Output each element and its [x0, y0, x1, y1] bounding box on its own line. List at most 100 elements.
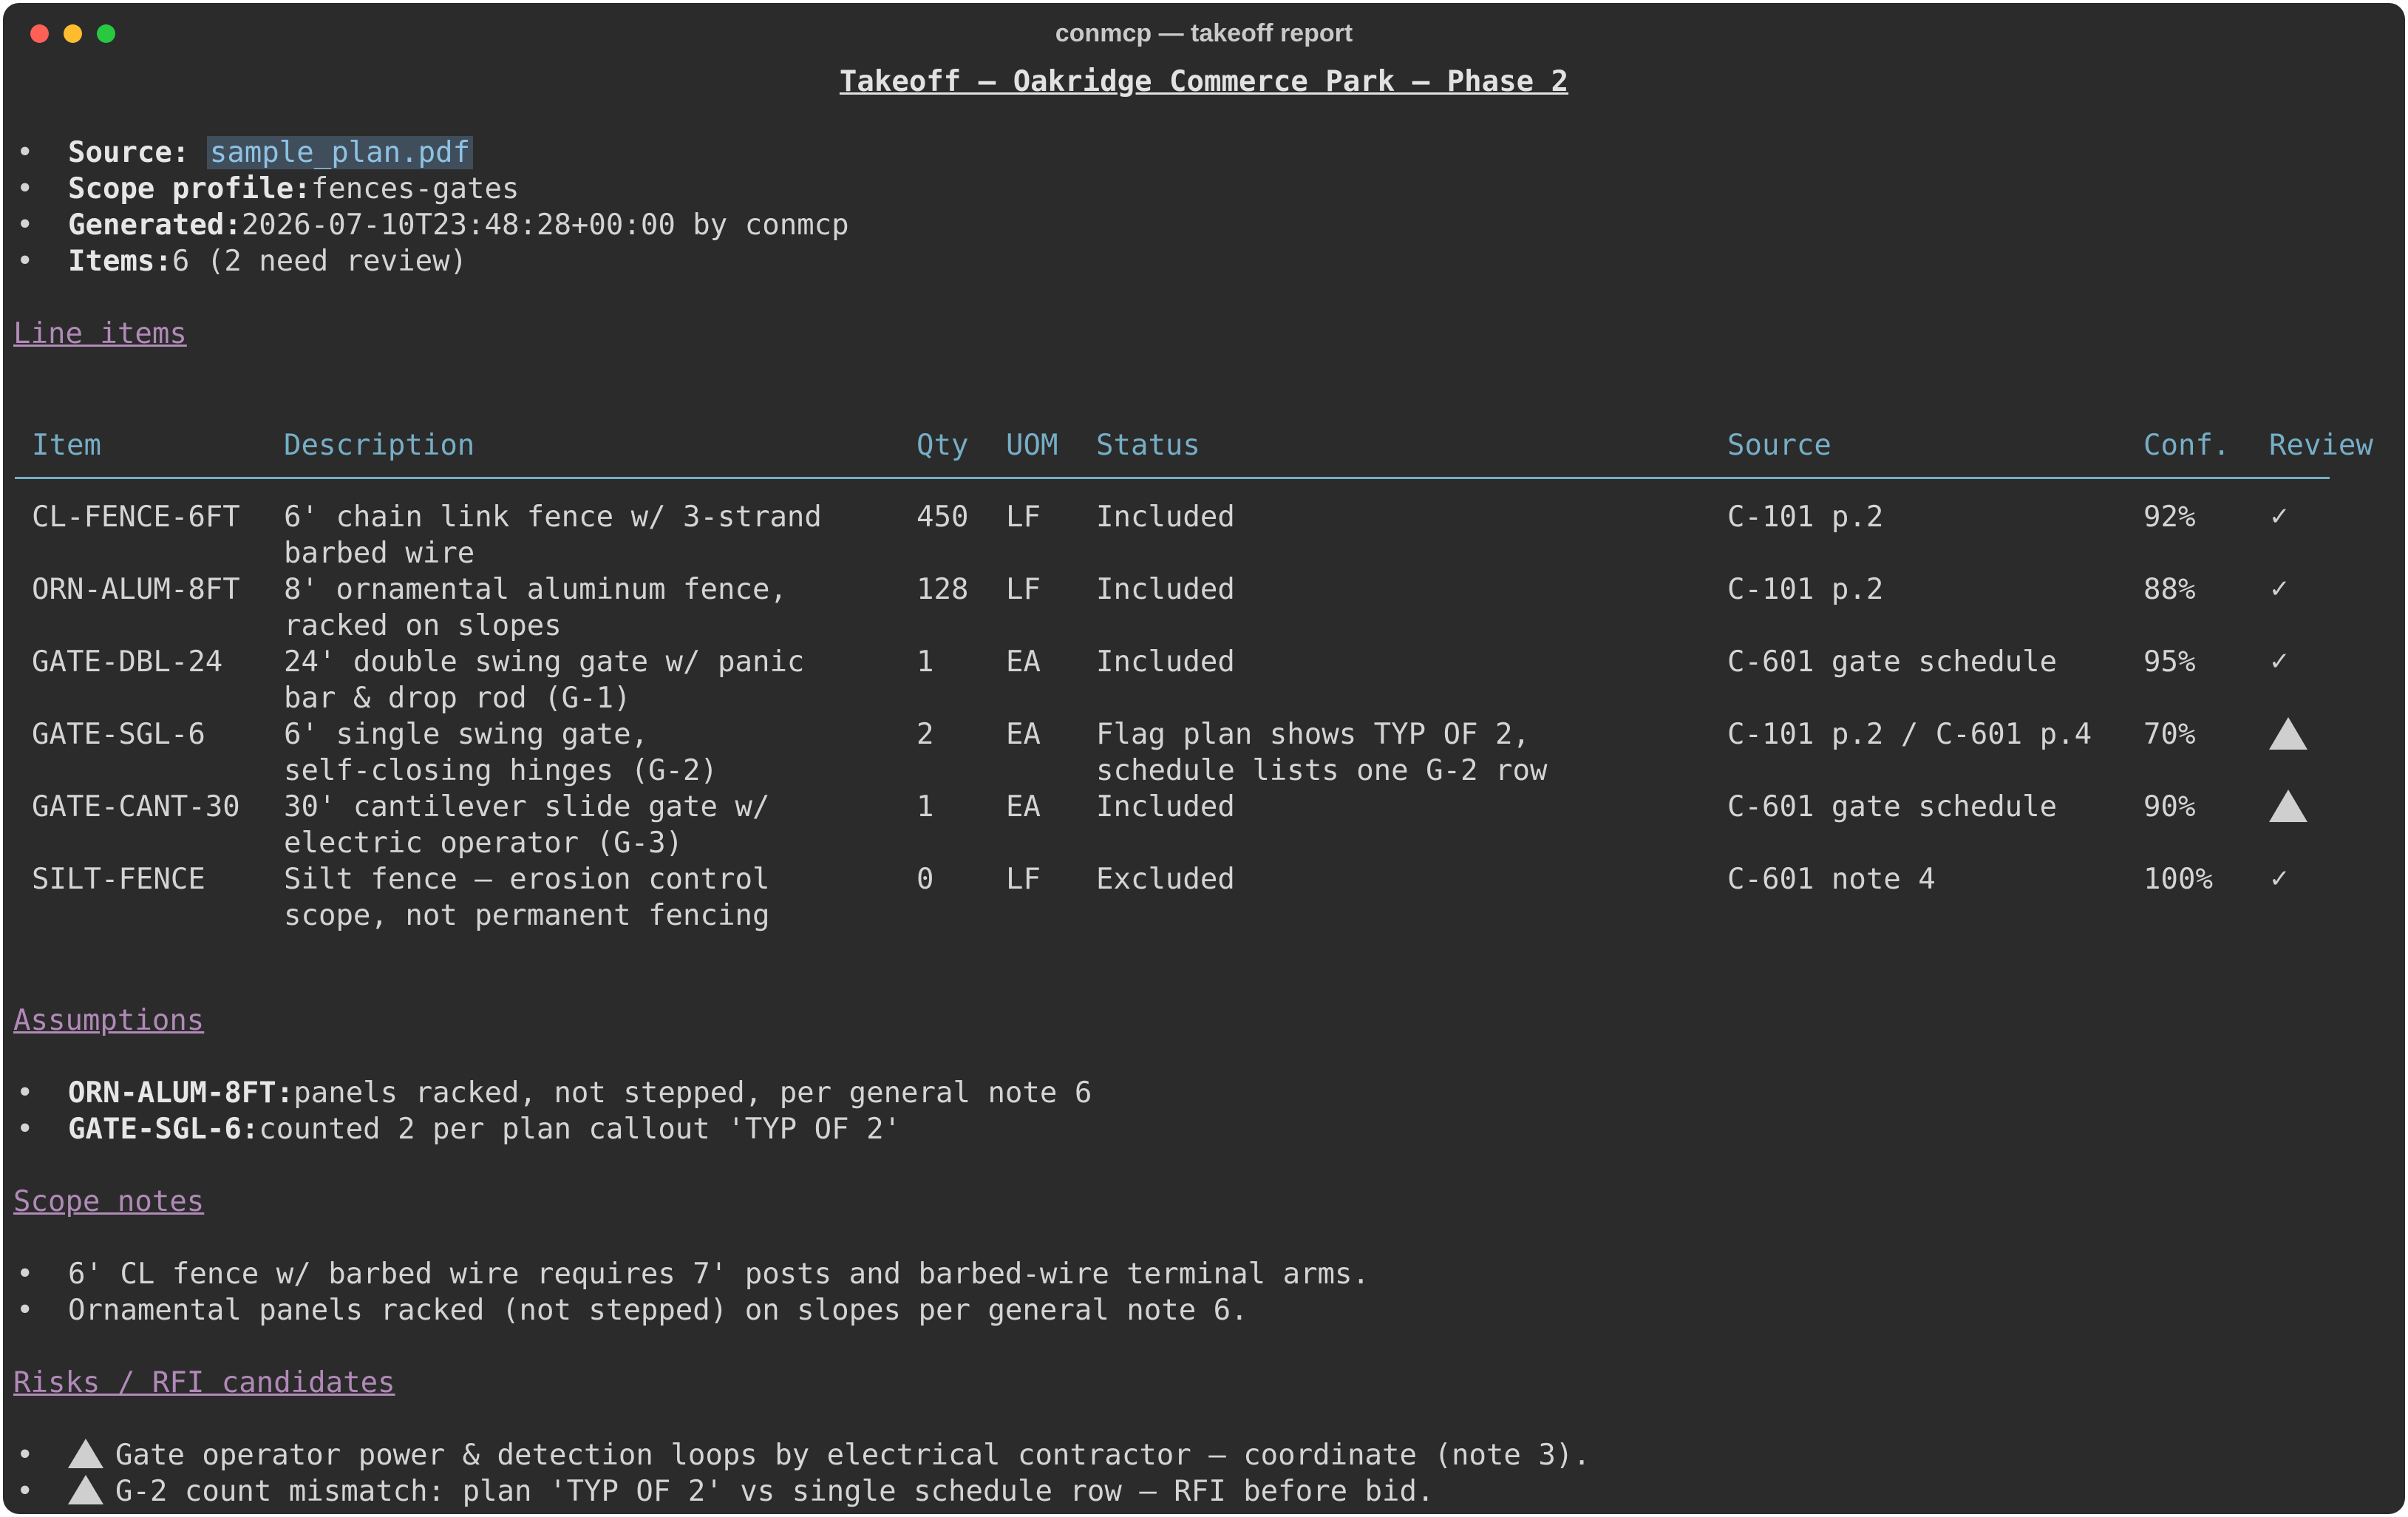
- cell-description-cont: bar & drop rod (G-1): [284, 682, 631, 715]
- check-icon: ✓: [2269, 647, 2290, 676]
- scope-note-text: 6' CL fence w/ barbed wire requires 7' p…: [68, 1258, 1370, 1291]
- cell-description: 8' ornamental aluminum fence,: [284, 573, 787, 606]
- cell-status: Included: [1096, 790, 1235, 824]
- cell-uom: EA: [1006, 718, 1041, 751]
- check-icon: ✓: [2269, 502, 2290, 532]
- cell-item: GATE-CANT-30: [32, 790, 240, 824]
- source-file-link[interactable]: sample_plan.pdf: [206, 136, 474, 169]
- column-header-description: Description: [284, 429, 475, 462]
- risk-text: G-2 count mismatch: plan 'TYP OF 2' vs s…: [115, 1475, 1435, 1508]
- scope-note-text: Ornamental panels racked (not stepped) o…: [68, 1294, 1248, 1327]
- cell-source: C-601 gate schedule: [1727, 790, 2058, 824]
- bullet: •: [16, 245, 34, 278]
- header-divider: [15, 477, 2330, 479]
- scope-value: fences-gates: [310, 172, 520, 206]
- cell-conf: 70%: [2143, 718, 2196, 751]
- cell-uom: LF: [1006, 573, 1041, 606]
- generated-label: Generated:: [68, 208, 242, 242]
- warning-icon: [68, 1439, 103, 1468]
- cell-status-cont: schedule lists one G-2 row: [1096, 754, 1548, 787]
- section-risks[interactable]: Risks / RFI candidates: [13, 1365, 395, 1401]
- meta-generated: • Generated:2026-07-10T23:48:28+00:00 by …: [16, 207, 849, 243]
- cell-conf: 92%: [2143, 500, 2196, 534]
- cell-uom: EA: [1006, 790, 1041, 824]
- cell-description-cont: barbed wire: [284, 537, 475, 570]
- assumption-text: counted 2 per plan callout 'TYP OF 2': [259, 1113, 902, 1146]
- column-header-uom: UOM: [1006, 429, 1058, 462]
- column-header-source: Source: [1727, 429, 1831, 462]
- cell-status: Excluded: [1096, 863, 1235, 896]
- terminal-window: conmcp — takeoff report Takeoff — Oakrid…: [3, 3, 2405, 1514]
- cell-qty: 128: [916, 573, 969, 606]
- check-icon: ✓: [2269, 864, 2290, 894]
- cell-uom: LF: [1006, 500, 1041, 534]
- report-title: Takeoff — Oakridge Commerce Park — Phase…: [839, 65, 1569, 98]
- cell-description: 24' double swing gate w/ panic: [284, 645, 805, 679]
- cell-qty: 0: [916, 863, 934, 896]
- cell-item: GATE-DBL-24: [32, 645, 223, 679]
- cell-item: ORN-ALUM-8FT: [32, 573, 240, 606]
- cell-source: C-601 note 4: [1727, 863, 1936, 896]
- bullet: •: [16, 1294, 34, 1327]
- bullet: •: [16, 1439, 34, 1472]
- cell-source: C-601 gate schedule: [1727, 645, 2058, 679]
- cell-description: 30' cantilever slide gate w/: [284, 790, 770, 824]
- check-icon: ✓: [2269, 574, 2290, 604]
- bullet: •: [16, 1258, 34, 1291]
- bullet: •: [16, 1475, 34, 1508]
- cell-description: 6' chain link fence w/ 3-strand: [284, 500, 822, 534]
- column-header-review: Review: [2269, 429, 2373, 462]
- bullet: •: [16, 172, 34, 206]
- section-scope-notes[interactable]: Scope notes: [13, 1184, 204, 1220]
- scope-label: Scope profile:: [68, 172, 311, 206]
- meta-source: • Source: sample_plan.pdf: [16, 135, 474, 171]
- section-assumptions[interactable]: Assumptions: [13, 1002, 204, 1039]
- cell-source: C-101 p.2 / C-601 p.4: [1727, 718, 2092, 751]
- cell-qty: 1: [916, 645, 934, 679]
- cell-status: Flag plan shows TYP OF 2,: [1096, 718, 1530, 751]
- cell-description: Silt fence — erosion control: [284, 863, 770, 896]
- column-header-status: Status: [1096, 429, 1200, 462]
- cell-status: Included: [1096, 573, 1235, 606]
- window-title: conmcp — takeoff report: [1055, 19, 1353, 47]
- risk-item: • G-2 count mismatch: plan 'TYP OF 2' vs …: [16, 1473, 1434, 1510]
- risk-item: • Gate operator power & detection loops b…: [16, 1437, 1591, 1473]
- cell-qty: 2: [916, 718, 934, 751]
- assumption-item: • ORN-ALUM-8FT:panels racked, not stepped…: [16, 1075, 1092, 1111]
- scope-note-item: • Ornamental panels racked (not stepped) …: [16, 1292, 1248, 1328]
- cell-description: 6' single swing gate,: [284, 718, 649, 751]
- items-value: 6 (2 need review): [171, 245, 468, 278]
- assumption-key: GATE-SGL-6:: [68, 1113, 259, 1146]
- cell-uom: LF: [1006, 863, 1041, 896]
- cell-description-cont: electric operator (G-3): [284, 827, 684, 860]
- warning-icon: [68, 1475, 103, 1504]
- cell-description-cont: self-closing hinges (G-2): [284, 754, 718, 787]
- cell-source: C-101 p.2: [1727, 573, 1884, 606]
- source-label: Source:: [68, 136, 207, 169]
- cell-status: Included: [1096, 645, 1235, 679]
- items-label: Items:: [68, 245, 172, 278]
- title-bar: conmcp — takeoff report: [3, 3, 2405, 62]
- column-header-conf: Conf.: [2143, 429, 2231, 462]
- bullet: •: [16, 1113, 34, 1146]
- cell-conf: 90%: [2143, 790, 2196, 824]
- assumption-key: ORN-ALUM-8FT:: [68, 1076, 294, 1110]
- meta-items: • Items:6 (2 need review): [16, 243, 467, 279]
- assumption-item: • GATE-SGL-6:counted 2 per plan callout '…: [16, 1111, 901, 1147]
- section-line-items[interactable]: Line items: [13, 316, 187, 352]
- column-header-item: Item: [32, 429, 101, 462]
- risk-icon-slot: [68, 1473, 115, 1504]
- risk-text: Gate operator power & detection loops by…: [115, 1439, 1591, 1472]
- bullet: •: [16, 208, 34, 242]
- bullet: •: [16, 1076, 34, 1110]
- scope-note-item: • 6' CL fence w/ barbed wire requires 7' …: [16, 1256, 1370, 1292]
- bullet: •: [16, 136, 34, 169]
- cell-status: Included: [1096, 500, 1235, 534]
- cell-description-cont: scope, not permanent fencing: [284, 899, 770, 932]
- cell-conf: 100%: [2143, 863, 2213, 896]
- warning-icon: [2269, 790, 2307, 822]
- cell-source: C-101 p.2: [1727, 500, 1884, 534]
- cell-conf: 95%: [2143, 645, 2196, 679]
- cell-item: CL-FENCE-6FT: [32, 500, 240, 534]
- risk-icon-slot: [68, 1437, 115, 1468]
